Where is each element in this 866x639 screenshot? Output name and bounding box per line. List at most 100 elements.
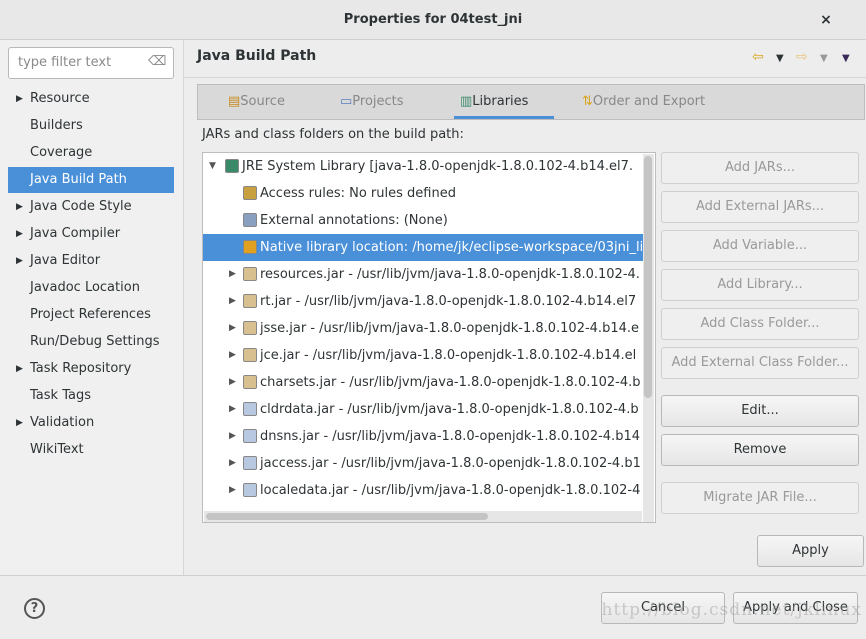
sidebar-item-task-tags[interactable]: Task Tags: [8, 383, 174, 409]
expand-arrow-icon[interactable]: ▶: [16, 194, 23, 220]
jar-icon: [243, 294, 257, 308]
tab-projects[interactable]: ▭Projects: [340, 85, 404, 119]
tree-item-label: jaccess.jar - /usr/lib/jvm/java-1.8.0-op…: [260, 456, 641, 471]
add-external-jars-button[interactable]: Add External JARs...: [661, 191, 859, 223]
sidebar-item-label: Task Repository: [30, 361, 132, 376]
forward-menu-chevron-icon: ▼: [820, 53, 828, 64]
annotations-icon: [243, 213, 257, 227]
sidebar-item-label: Builders: [30, 118, 83, 133]
sidebar-item-java-code-style[interactable]: ▶ Java Code Style: [8, 194, 174, 220]
tree-row[interactable]: ▶ localedata.jar - /usr/lib/jvm/java-1.8.…: [203, 477, 643, 504]
sidebar-item-label: Javadoc Location: [30, 280, 140, 295]
expand-arrow-icon[interactable]: ▶: [16, 356, 23, 382]
tree-row[interactable]: Native library location: /home/jk/eclips…: [203, 234, 643, 261]
tree-item-label: cldrdata.jar - /usr/lib/jvm/java-1.8.0-o…: [260, 402, 639, 417]
expand-arrow-icon[interactable]: ▶: [16, 221, 23, 247]
tree-item-label: External annotations: (None): [260, 213, 448, 228]
sidebar-item-java-build-path[interactable]: Java Build Path: [8, 167, 174, 193]
ext-jar-icon: [243, 483, 257, 497]
close-icon[interactable]: ×: [816, 10, 836, 30]
sidebar-item-validation[interactable]: ▶ Validation: [8, 410, 174, 436]
tree-item-label: jsse.jar - /usr/lib/jvm/java-1.8.0-openj…: [260, 321, 639, 336]
library-tree[interactable]: ▼ JRE System Library [java-1.8.0-openjdk-…: [202, 152, 656, 523]
tree-item-label: localedata.jar - /usr/lib/jvm/java-1.8.0…: [260, 483, 641, 498]
libraries-icon: ▥: [460, 94, 473, 109]
vertical-scroll-thumb[interactable]: [644, 156, 652, 398]
back-menu-chevron-icon[interactable]: ▼: [776, 53, 784, 64]
view-menu-icon[interactable]: ▼: [842, 53, 850, 64]
sidebar-item-label: Coverage: [30, 145, 93, 160]
remove-button[interactable]: Remove: [661, 434, 859, 466]
tree-item-label: dnsns.jar - /usr/lib/jvm/java-1.8.0-open…: [260, 429, 640, 444]
jar-icon: [243, 321, 257, 335]
tree-row[interactable]: ▶ cldrdata.jar - /usr/lib/jvm/java-1.8.0-…: [203, 396, 643, 423]
ext-jar-icon: [243, 429, 257, 443]
tree-row[interactable]: Access rules: No rules defined: [203, 180, 643, 207]
migrate-jar-file-button[interactable]: Migrate JAR File...: [661, 482, 859, 514]
expand-arrow-icon[interactable]: ▶: [229, 261, 236, 288]
sidebar-item-wikitext[interactable]: WikiText: [8, 437, 174, 463]
horizontal-scroll-thumb[interactable]: [206, 513, 488, 520]
ext-jar-icon: [243, 402, 257, 416]
sidebar-item-javadoc-location[interactable]: Javadoc Location: [8, 275, 174, 301]
add-external-class-folder-button[interactable]: Add External Class Folder...: [661, 347, 859, 379]
divider: [0, 575, 866, 576]
clear-filter-icon[interactable]: ⌫: [148, 54, 166, 69]
expand-arrow-icon[interactable]: ▶: [229, 369, 236, 396]
build-path-label: JARs and class folders on the build path…: [202, 127, 464, 142]
jar-icon: [243, 267, 257, 281]
window-title: Properties for 04test_jni: [0, 0, 866, 40]
tree-row[interactable]: ▶ rt.jar - /usr/lib/jvm/java-1.8.0-openjd…: [203, 288, 643, 315]
expand-arrow-icon[interactable]: ▶: [229, 288, 236, 315]
tree-item-label: resources.jar - /usr/lib/jvm/java-1.8.0-…: [260, 267, 640, 282]
expand-arrow-icon[interactable]: ▶: [229, 396, 236, 423]
sidebar-item-java-compiler[interactable]: ▶ Java Compiler: [8, 221, 174, 247]
sidebar-item-run-debug-settings[interactable]: Run/Debug Settings: [8, 329, 174, 355]
sidebar-item-coverage[interactable]: Coverage: [8, 140, 174, 166]
tree-item-label: charsets.jar - /usr/lib/jvm/java-1.8.0-o…: [260, 375, 641, 390]
expand-arrow-icon[interactable]: ▶: [16, 86, 23, 112]
sidebar-item-resource[interactable]: ▶ Resource: [8, 86, 174, 112]
tree-row[interactable]: ▶ resources.jar - /usr/lib/jvm/java-1.8.0…: [203, 261, 643, 288]
apply-button[interactable]: Apply: [757, 535, 864, 567]
sidebar-item-builders[interactable]: Builders: [8, 113, 174, 139]
sidebar-item-project-references[interactable]: Project References: [8, 302, 174, 328]
expand-arrow-icon[interactable]: ▶: [229, 342, 236, 369]
tab-bar: ▤Source ▭Projects ▥Libraries ⇅Order and …: [197, 84, 865, 120]
expand-arrow-icon[interactable]: ▶: [229, 477, 236, 504]
add-class-folder-button[interactable]: Add Class Folder...: [661, 308, 859, 340]
divider: [184, 77, 866, 78]
tree-row[interactable]: ▶ dnsns.jar - /usr/lib/jvm/java-1.8.0-ope…: [203, 423, 643, 450]
sidebar-item-task-repository[interactable]: ▶ Task Repository: [8, 356, 174, 382]
sidebar-item-label: Java Code Style: [30, 199, 132, 214]
order-arrows-icon: ⇅: [582, 94, 593, 109]
expand-arrow-icon[interactable]: ▶: [16, 248, 23, 274]
add-jars-button[interactable]: Add JARs...: [661, 152, 859, 184]
sidebar-item-label: Task Tags: [30, 388, 91, 403]
tab-order-export[interactable]: ⇅Order and Export: [582, 85, 705, 119]
ext-jar-icon: [243, 456, 257, 470]
help-icon[interactable]: ?: [24, 598, 45, 619]
add-variable-button[interactable]: Add Variable...: [661, 230, 859, 262]
expand-arrow-icon[interactable]: ▶: [229, 315, 236, 342]
collapse-arrow-icon[interactable]: ▼: [209, 153, 216, 180]
expand-arrow-icon[interactable]: ▶: [229, 450, 236, 477]
tree-row[interactable]: ▶ jaccess.jar - /usr/lib/jvm/java-1.8.0-o…: [203, 450, 643, 477]
sidebar-item-java-editor[interactable]: ▶ Java Editor: [8, 248, 174, 274]
tree-row[interactable]: ▶ jce.jar - /usr/lib/jvm/java-1.8.0-openj…: [203, 342, 643, 369]
access-rules-icon: [243, 186, 257, 200]
expand-arrow-icon[interactable]: ▶: [16, 410, 23, 436]
tab-libraries[interactable]: ▥Libraries: [454, 85, 554, 119]
tree-row[interactable]: External annotations: (None): [203, 207, 643, 234]
expand-arrow-icon[interactable]: ▶: [229, 423, 236, 450]
tree-item-label: JRE System Library [java-1.8.0-openjdk-1…: [242, 159, 634, 174]
add-library-button[interactable]: Add Library...: [661, 269, 859, 301]
tab-source[interactable]: ▤Source: [228, 85, 285, 119]
sidebar-item-label: Java Editor: [30, 253, 101, 268]
back-arrow-icon[interactable]: ⇦: [752, 49, 764, 65]
tree-row[interactable]: ▼ JRE System Library [java-1.8.0-openjdk-…: [203, 153, 643, 180]
edit-button[interactable]: Edit...: [661, 395, 859, 427]
page-title: Java Build Path: [197, 48, 317, 64]
tree-row[interactable]: ▶ jsse.jar - /usr/lib/jvm/java-1.8.0-open…: [203, 315, 643, 342]
tree-row[interactable]: ▶ charsets.jar - /usr/lib/jvm/java-1.8.0-…: [203, 369, 643, 396]
